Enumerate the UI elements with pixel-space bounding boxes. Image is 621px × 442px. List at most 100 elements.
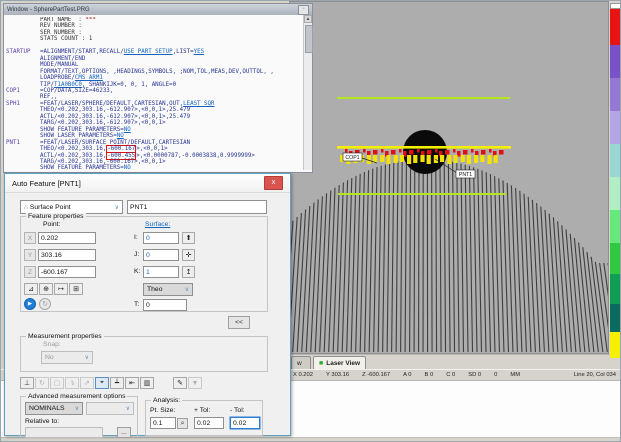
feature-name-input[interactable] (127, 200, 267, 214)
z-axis-button[interactable]: Z (24, 266, 36, 278)
surface-depth-icon[interactable]: ┷ (110, 377, 124, 389)
edit-window-title: Window - SpherePartTest.PRG (7, 7, 90, 13)
edit-window[interactable]: Window - SpherePartTest.PRG ▫ PART NAME … (3, 3, 313, 173)
point-x-input[interactable] (38, 232, 96, 244)
nominals-mode-select: ∨ (86, 402, 134, 415)
colorbar-segment (610, 45, 621, 78)
surface-k-input[interactable] (143, 266, 179, 278)
app-window: COP1PNT1 w ■ Laser View X 0.202 Y 303.16 Z… (0, 0, 621, 442)
group-caption: Measurement properties (26, 333, 104, 340)
tab-laser-view[interactable]: ■ Laser View (313, 356, 366, 370)
pt-size-input[interactable] (150, 417, 176, 429)
close-icon[interactable]: x (264, 176, 283, 190)
status-item: SD 0 (468, 372, 481, 378)
scan-line-lower (338, 193, 506, 195)
colorbar-segment (610, 210, 621, 243)
tab-label: Laser View (326, 360, 360, 367)
group-caption: Advanced measurement options (26, 393, 127, 400)
laser-view-panel[interactable]: COP1PNT1 (289, 1, 609, 354)
status-item: B 0 (425, 372, 434, 378)
edge-offset-icon[interactable]: ⇤ (125, 377, 139, 389)
path-return-icon[interactable]: ↴ (65, 377, 79, 389)
grid-snap-icon[interactable]: ⊞ (69, 283, 83, 295)
status-item: X 0.202 (293, 372, 313, 378)
sample-hits-icon[interactable]: ▥ (140, 377, 154, 389)
analysis-group: Analysis: Pt. Size: + Tol: - Tol: ⌕ (145, 400, 263, 436)
k-label: K: (134, 268, 140, 275)
snap-value: No (45, 354, 54, 361)
minus-tol-input[interactable] (230, 417, 260, 429)
status-item: A 0 (403, 372, 411, 378)
colorbar-segment (610, 144, 621, 177)
theo-value: Theo (147, 286, 163, 293)
chevron-down-icon: ∨ (185, 286, 189, 293)
nominals-value: NOMINALS (29, 405, 65, 412)
status-item: C 0 (446, 372, 455, 378)
tab-partial-view[interactable]: w (291, 356, 311, 370)
scan-region-icon[interactable]: ▢ (50, 377, 64, 389)
colorbar-segment (610, 111, 621, 144)
browse-button[interactable]: ... (117, 427, 131, 438)
point-toolbar: ⊿⊕↦⊞ (24, 283, 84, 295)
dialog-titlebar[interactable]: Auto Feature [PNT1] x (5, 174, 290, 193)
point-cloud-stripes (290, 159, 608, 352)
flip-vector-icon[interactable]: ↥ (182, 266, 195, 278)
group-caption: Feature properties (26, 213, 86, 220)
chevron-down-icon: ∨ (115, 204, 119, 211)
remeasure-icon[interactable]: ↻ (35, 377, 49, 389)
approach-vector-icon[interactable]: ⇗ (80, 377, 94, 389)
feature-properties-group: Feature properties Point: Surface: X Y Z… (20, 216, 268, 312)
point-z-input[interactable] (38, 266, 96, 278)
editor-code[interactable]: PART NAME : *** REV NUMBER : SER NUMBER … (6, 17, 298, 169)
scan-path-icon[interactable]: ✎ (173, 377, 187, 389)
y-axis-button[interactable]: Y (24, 249, 36, 261)
colorbar-segment (610, 304, 621, 332)
align-workplane-icon[interactable]: ✛ (182, 249, 195, 261)
nominals-select[interactable]: NOMINALS ∨ (25, 402, 83, 415)
status-item: 0 (494, 372, 497, 378)
plus-tol-label: + Tol: (194, 407, 210, 414)
pt-size-zoom-icon[interactable]: ⌕ (177, 418, 188, 429)
collapse-button[interactable]: << (228, 316, 250, 329)
probe-hit-icon[interactable]: ⊥ (20, 377, 34, 389)
snap-label: Snap: (43, 341, 61, 348)
snap-select: No ∨ (41, 351, 93, 364)
t-label: T: (134, 301, 139, 308)
pt-size-label: Pt. Size: (150, 407, 175, 414)
view-tabbar: w ■ Laser View (289, 354, 621, 370)
feature-type-value: Surface Point (30, 204, 71, 211)
window-menu-icon[interactable]: ▫ (298, 5, 309, 15)
colorbar-segment (610, 274, 621, 304)
laser-scan-canvas[interactable]: COP1PNT1 (290, 2, 608, 353)
analysis-label: Analysis: (151, 397, 182, 404)
target-point-icon[interactable]: ⌖ (95, 377, 109, 389)
t-input[interactable] (143, 299, 187, 311)
x-axis-button[interactable]: X (24, 232, 36, 244)
edit-window-titlebar[interactable]: Window - SpherePartTest.PRG ▫ (4, 4, 312, 15)
filter-icon[interactable]: ▼ (188, 377, 202, 389)
chevron-down-icon: ∨ (126, 405, 130, 412)
pnt1-label: PNT1 (459, 172, 472, 178)
measurement-toolbar-extra: ✎▼ (173, 377, 203, 389)
regenerate-icon[interactable]: ↻ (39, 298, 51, 310)
status-item: Z -600.167 (362, 372, 390, 378)
surface-j-input[interactable] (143, 249, 179, 261)
vector-probe-icon[interactable]: ⬆ (182, 232, 195, 244)
tab-label: w (297, 360, 302, 367)
point-distance-icon[interactable]: ↦ (54, 283, 68, 295)
find-nominals-icon[interactable]: ⊕ (39, 283, 53, 295)
colorbar-segment (610, 78, 621, 111)
theo-select[interactable]: Theo ∨ (143, 283, 193, 296)
relative-to-label: Relative to: (25, 418, 59, 425)
surface-label[interactable]: Surface: (145, 221, 170, 228)
plus-tol-input[interactable] (194, 417, 224, 429)
chevron-down-icon: ∨ (85, 354, 89, 361)
surface-i-input[interactable] (143, 232, 179, 244)
play-icon[interactable]: ▶ (24, 298, 36, 310)
scroll-up-icon[interactable]: ▲ (304, 15, 312, 23)
scrollbar-thumb[interactable] (305, 25, 313, 53)
status-item: Y 303.16 (326, 372, 349, 378)
measure-order-icon[interactable]: ⊿ (24, 283, 38, 295)
point-y-input[interactable] (38, 249, 96, 261)
editor-scrollbar[interactable]: ▲ (303, 15, 312, 170)
